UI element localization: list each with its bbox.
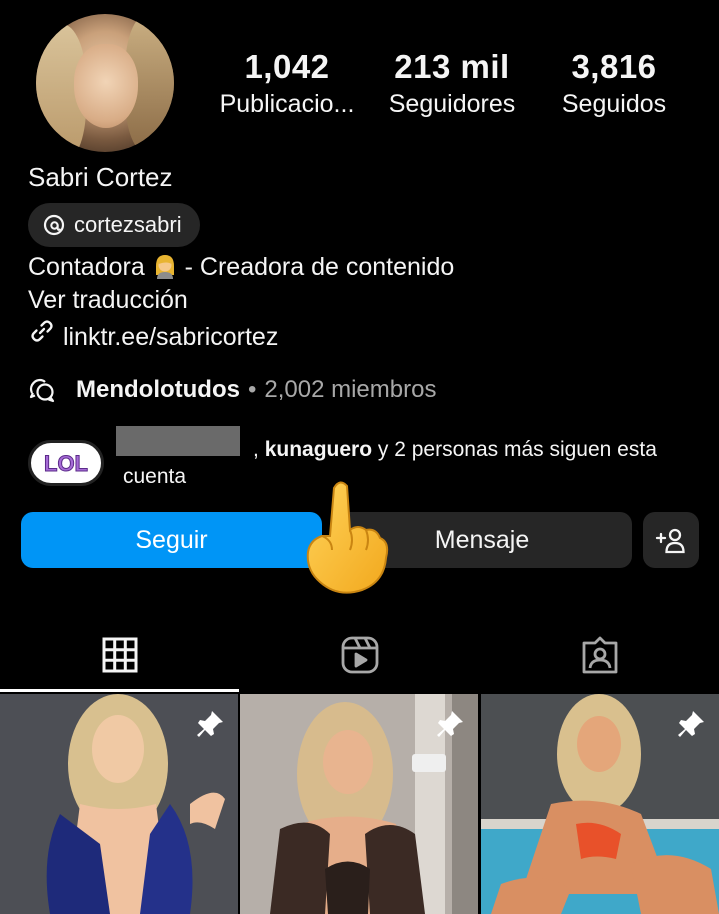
followed-line2: cuenta [123, 465, 187, 488]
post-thumbnail[interactable] [0, 694, 238, 914]
pin-icon [197, 711, 223, 737]
suggest-accounts-button[interactable] [643, 512, 699, 568]
followed-by-text: , kunaguero y 2 personas más siguen esta… [123, 436, 693, 490]
grid-icon [102, 637, 137, 673]
follow-button-label: Seguir [135, 525, 208, 554]
tab-reels[interactable] [240, 620, 479, 690]
stat-posts-value: 1,042 [244, 48, 330, 85]
community-name: Mendolotudos [76, 376, 240, 403]
add-person-icon [655, 528, 685, 554]
followed-comma: , [253, 438, 259, 461]
stat-posts[interactable]: 1,042 Publicacio... [214, 48, 360, 119]
bio-occupation: Contadora [28, 253, 145, 281]
link-icon [31, 320, 53, 342]
tab-tagged[interactable] [480, 620, 719, 690]
stat-following-value: 3,816 [571, 48, 657, 85]
stat-followers-label: Seguidores [388, 90, 516, 118]
follow-button[interactable]: Seguir [21, 512, 322, 568]
community-members: 2,002 miembros [264, 376, 437, 403]
stat-posts-label: Publicacio... [219, 90, 355, 118]
follower-avatar: LOL [28, 440, 104, 486]
followed-user: kunaguero [264, 438, 373, 461]
community-row[interactable]: Mendolotudos • 2,002 miembros [28, 376, 436, 404]
stat-followers-value: 213 mil [394, 48, 510, 85]
see-translation-link[interactable]: Ver traducción [28, 284, 454, 317]
profile-tabs [0, 620, 719, 692]
community-separator: • [247, 376, 257, 403]
message-button-label: Mensaje [434, 525, 530, 554]
post-thumbnail[interactable] [240, 694, 478, 914]
stat-following-label: Seguidos [561, 90, 667, 118]
profile-name: Sabri Cortez [28, 162, 173, 192]
profile-bio: Contadora - Creadora de contenido Ver tr… [28, 251, 454, 354]
threads-handle: cortezsabri [74, 212, 182, 237]
reels-icon [341, 636, 378, 674]
community-chat-icon [29, 378, 55, 403]
bio-link-text: linktr.ee/sabricortez [62, 323, 279, 351]
pin-icon [437, 711, 463, 737]
pointing-up-hand-emoji [306, 481, 389, 594]
followed-rest: y 2 personas más siguen esta [372, 438, 657, 461]
tagged-icon [582, 636, 617, 674]
lol-badge-text: LOL [44, 451, 88, 476]
threads-icon [43, 214, 65, 236]
bio-description: - Creadora de contenido [184, 253, 455, 281]
pin-icon [678, 711, 704, 737]
stat-following[interactable]: 3,816 Seguidos [556, 48, 672, 119]
post-thumbnail[interactable] [481, 694, 719, 914]
stat-followers[interactable]: 213 mil Seguidores [384, 48, 520, 119]
threads-badge[interactable]: cortezsabri [28, 203, 200, 247]
bio-link[interactable]: linktr.ee/sabricortez [28, 317, 454, 354]
profile-avatar[interactable] [36, 14, 174, 152]
posts-grid [0, 694, 719, 914]
woman-emoji-icon [155, 255, 174, 279]
tab-posts-grid[interactable] [0, 620, 239, 692]
